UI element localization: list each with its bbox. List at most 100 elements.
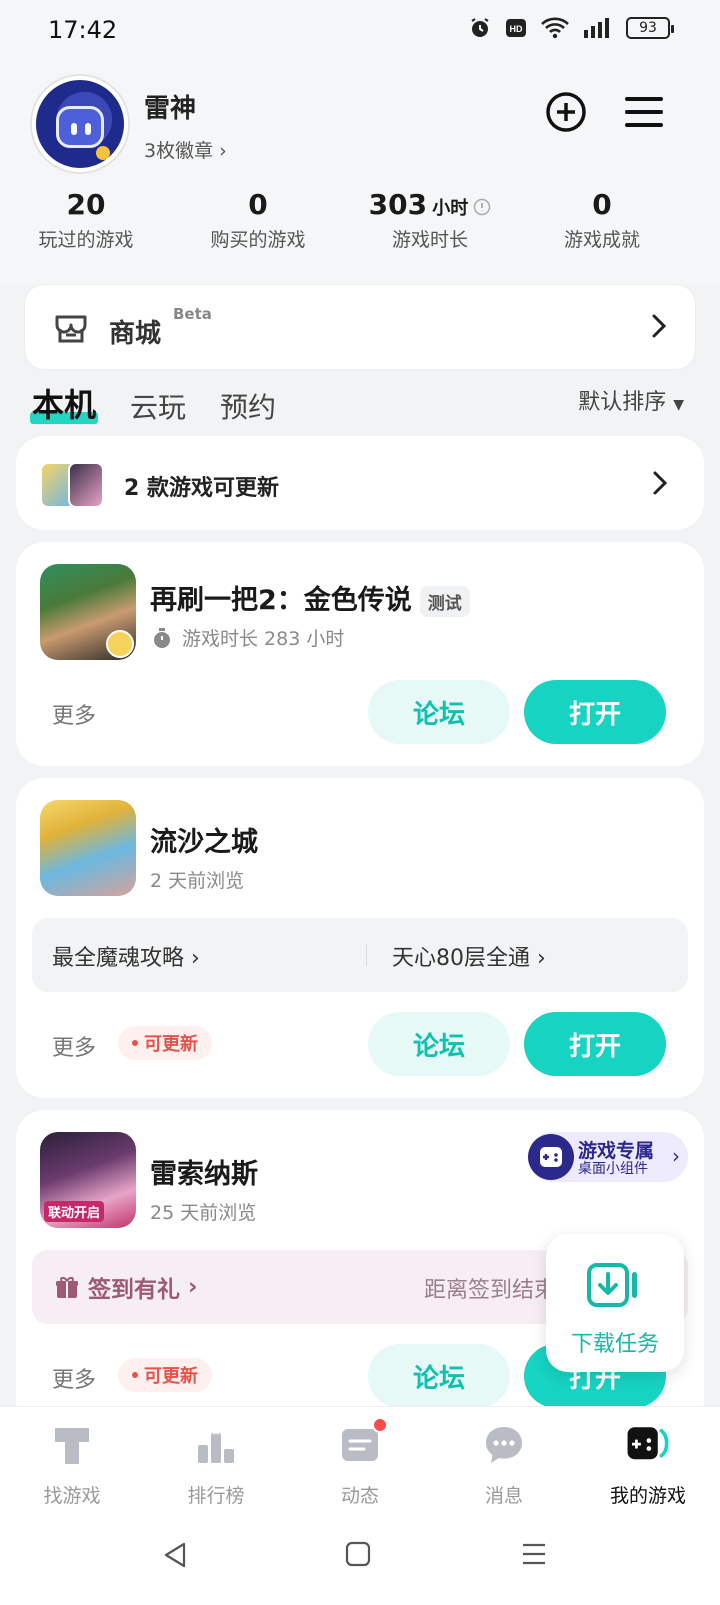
user-name: 雷神 xyxy=(144,94,197,124)
chevron-right-icon xyxy=(650,468,670,502)
download-task-label: 下载任务 xyxy=(570,1332,659,1357)
stat-playtime[interactable]: 303 小时 游戏时长 xyxy=(344,188,516,252)
game-icon[interactable] xyxy=(40,800,136,896)
svg-text:HD: HD xyxy=(510,24,523,34)
add-circle-icon xyxy=(546,92,586,132)
game-thumb xyxy=(68,462,104,508)
stat-bought[interactable]: 0 购买的游戏 xyxy=(172,188,344,252)
game-title: 再刷一把2：金色传说 测试 xyxy=(150,578,470,617)
game-title-text: 再刷一把2：金色传说 xyxy=(150,585,412,616)
game-tabs: 本机 云玩 预约 xyxy=(30,378,276,426)
nav-label: 找游戏 xyxy=(43,1485,101,1507)
bottom-nav: 找游戏 排行榜 动态 消息 我的游戏 xyxy=(0,1406,720,1516)
checkin-label: 签到有礼 xyxy=(88,1277,180,1303)
stat-played[interactable]: 20 玩过的游戏 xyxy=(0,188,172,252)
game-icon-text: 联动开启 xyxy=(44,1201,105,1222)
badges-link[interactable]: 3枚徽章 › xyxy=(144,136,227,163)
dot-icon xyxy=(132,1040,138,1046)
more-link[interactable]: 更多 xyxy=(52,1030,96,1062)
nav-label: 消息 xyxy=(484,1485,523,1507)
nav-messages[interactable]: 消息 xyxy=(432,1421,576,1508)
system-nav-bar xyxy=(0,1516,720,1605)
download-task-button[interactable]: 下载任务 xyxy=(546,1234,684,1372)
nav-my-games[interactable]: 我的游戏 xyxy=(576,1421,720,1508)
nav-ranking[interactable]: 排行榜 xyxy=(144,1421,288,1508)
game-card[interactable]: 再刷一把2：金色传说 测试 游戏时长 283 小时 更多 论坛 打开 xyxy=(16,542,704,766)
feed-icon xyxy=(336,1417,388,1469)
download-icon xyxy=(587,1263,637,1307)
status-bar: 17:42 HD 93 xyxy=(0,0,720,64)
update-label: 可更新 xyxy=(144,1366,198,1387)
game-subtitle: 2 天前浏览 xyxy=(150,870,245,892)
chat-icon xyxy=(480,1421,528,1469)
info-icon[interactable] xyxy=(473,198,491,216)
sort-dropdown[interactable]: 默认排序 ▼ xyxy=(578,384,684,416)
open-button[interactable]: 打开 xyxy=(524,680,666,744)
stats-row: 20 玩过的游戏 0 购买的游戏 303 小时 游戏时长 0 游戏成就 xyxy=(0,188,720,252)
hd-icon: HD xyxy=(506,19,526,37)
forum-button[interactable]: 论坛 xyxy=(368,1012,510,1076)
tab-label: 本机 xyxy=(32,386,97,424)
chevron-right-icon: › xyxy=(219,140,227,162)
update-badge[interactable]: 可更新 xyxy=(118,1358,212,1392)
chevron-right-icon: › xyxy=(191,946,200,971)
nav-feed[interactable]: 动态 xyxy=(288,1417,432,1508)
update-badge[interactable]: 可更新 xyxy=(118,1026,212,1060)
menu-button[interactable] xyxy=(622,90,666,134)
stat-label: 玩过的游戏 xyxy=(38,229,134,251)
game-card[interactable]: 流沙之城 2 天前浏览 最全魔魂攻略 › 天心80层全通 › 更多 可更新 论坛… xyxy=(16,778,704,1098)
avatar[interactable] xyxy=(32,76,128,172)
badges-label: 3枚徽章 xyxy=(144,140,214,162)
nav-find-games[interactable]: 找游戏 xyxy=(0,1421,144,1508)
guide-link[interactable]: 天心80层全通 › xyxy=(392,940,546,972)
playtime-text: 游戏时长 283 小时 xyxy=(182,628,345,650)
add-button[interactable] xyxy=(544,90,588,134)
updates-card[interactable]: 2 款游戏可更新 xyxy=(16,436,704,530)
status-time: 17:42 xyxy=(48,16,118,44)
ranking-icon xyxy=(192,1421,240,1469)
desktop-widget-button[interactable]: 游戏专属 桌面小组件 › xyxy=(528,1132,688,1182)
stat-value: 303 xyxy=(368,188,428,221)
back-icon[interactable] xyxy=(160,1540,190,1570)
stat-label: 购买的游戏 xyxy=(210,229,306,251)
tab-cloud[interactable]: 云玩 xyxy=(130,386,186,426)
game-icon[interactable] xyxy=(40,564,136,660)
forum-button[interactable]: 论坛 xyxy=(368,1344,510,1408)
open-button[interactable]: 打开 xyxy=(524,1012,666,1076)
tab-reserve[interactable]: 预约 xyxy=(220,386,276,426)
forum-button[interactable]: 论坛 xyxy=(368,680,510,744)
checkin-link[interactable]: 签到有礼 › xyxy=(54,1270,197,1304)
status-icons: HD 93 xyxy=(468,16,674,40)
notification-dot xyxy=(372,1417,388,1433)
recents-icon[interactable] xyxy=(520,1540,548,1568)
signal-icon xyxy=(584,18,609,38)
game-subtitle: 25 天前浏览 xyxy=(150,1202,257,1224)
nav-label: 排行榜 xyxy=(187,1485,245,1507)
gamepad-icon xyxy=(624,1421,672,1469)
game-title: 流沙之城 xyxy=(150,827,258,858)
mall-card[interactable]: 商城 Beta xyxy=(24,284,696,370)
guide-link[interactable]: 最全魔魂攻略 › xyxy=(52,940,200,972)
game-icon[interactable]: 联动开启 xyxy=(40,1132,136,1228)
stat-label: 游戏时长 xyxy=(391,229,468,251)
update-thumbnails xyxy=(40,462,110,508)
divider xyxy=(366,944,367,966)
mall-title: 商城 xyxy=(109,319,162,349)
find-games-icon xyxy=(48,1421,96,1469)
update-label: 可更新 xyxy=(144,1034,198,1055)
nav-label: 我的游戏 xyxy=(609,1485,686,1507)
updates-text: 2 款游戏可更新 xyxy=(124,476,279,501)
store-icon xyxy=(51,307,91,351)
chevron-right-icon: › xyxy=(188,1274,198,1300)
game-title: 雷索纳斯 xyxy=(150,1159,258,1190)
chevron-right-icon: › xyxy=(672,1144,680,1168)
guide-links: 最全魔魂攻略 › 天心80层全通 › xyxy=(32,918,688,992)
alarm-icon xyxy=(471,18,489,37)
home-icon[interactable] xyxy=(344,1540,372,1568)
tab-local[interactable]: 本机 xyxy=(30,380,98,426)
checkin-countdown: 距离签到结束 xyxy=(424,1278,557,1303)
more-link[interactable]: 更多 xyxy=(52,698,96,730)
caret-down-icon: ▼ xyxy=(673,397,684,413)
more-link[interactable]: 更多 xyxy=(52,1362,96,1394)
stat-achievements[interactable]: 0 游戏成就 xyxy=(516,188,688,252)
